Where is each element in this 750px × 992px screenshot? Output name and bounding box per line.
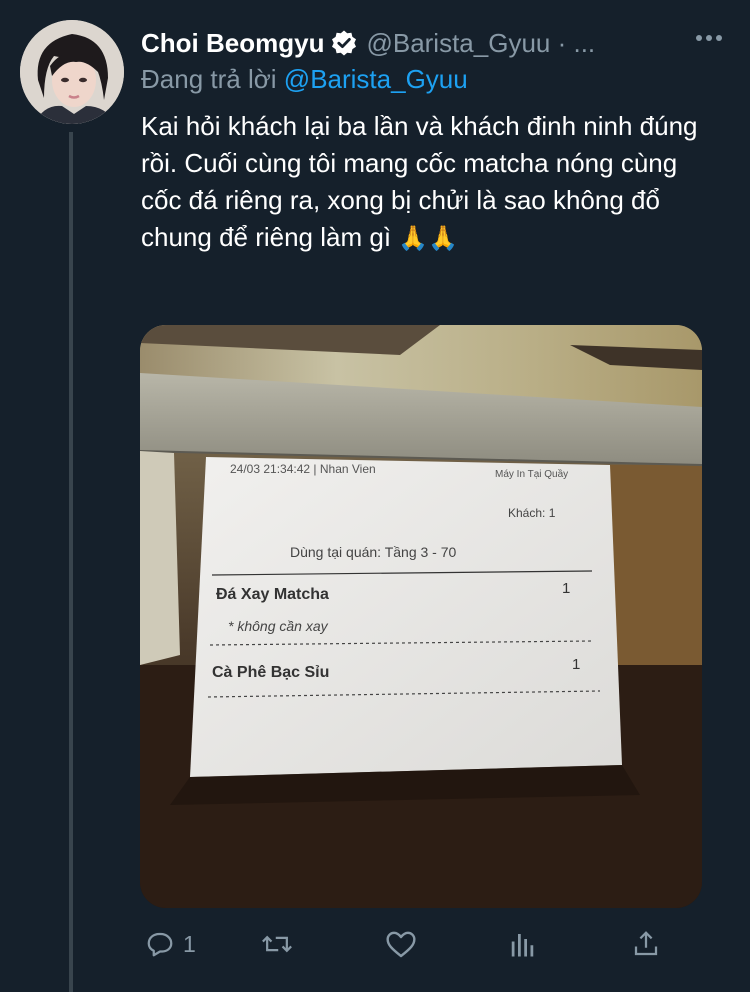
reply-mention-link[interactable]: @Barista_Gyuu bbox=[284, 64, 468, 94]
receipt-item-name: Đá Xay Matcha bbox=[216, 586, 329, 603]
receipt-guests: Khách: 1 bbox=[508, 506, 556, 520]
author-name[interactable]: Choi Beomgyu bbox=[141, 28, 324, 59]
author-handle[interactable]: @Barista_Gyuu · ... bbox=[366, 28, 595, 59]
receipt-item-qty: 1 bbox=[562, 580, 570, 597]
receipt-datetime: 24/03 21:34:42 | Nhan Vien bbox=[230, 462, 376, 476]
like-button[interactable] bbox=[385, 926, 417, 962]
receipt-table: Dùng tại quán: Tầng 3 - 70 bbox=[290, 544, 457, 560]
more-icon[interactable] bbox=[694, 28, 724, 48]
analytics-icon bbox=[509, 929, 537, 959]
share-icon bbox=[631, 929, 661, 959]
receipt-item-qty: 1 bbox=[572, 656, 580, 673]
replying-to-label: Đang trả lời bbox=[141, 64, 277, 94]
reply-button[interactable]: 1 bbox=[145, 926, 196, 962]
tweet-photo[interactable]: 24/03 21:34:42 | Nhan Vien Máy In Tại Qu… bbox=[140, 325, 702, 908]
verified-badge-icon bbox=[330, 29, 358, 57]
tweet-actions: 1 bbox=[141, 926, 681, 962]
avatar[interactable] bbox=[20, 20, 124, 124]
replying-to: Đang trả lời @Barista_Gyuu bbox=[141, 64, 468, 95]
share-button[interactable] bbox=[631, 926, 661, 962]
tweet-text: Kai hỏi khách lại ba lần và khách đinh n… bbox=[141, 108, 716, 257]
receipt-printer: Máy In Tại Quầy bbox=[495, 468, 568, 480]
reply-icon bbox=[145, 929, 175, 959]
pray-emoji: 🙏🙏 bbox=[398, 225, 459, 252]
retweet-button[interactable] bbox=[261, 926, 293, 962]
thread-line bbox=[69, 132, 73, 992]
receipt-item-note: * không cần xay bbox=[228, 618, 329, 634]
tweet: Choi Beomgyu @Barista_Gyuu · ... Đang tr… bbox=[0, 0, 750, 992]
reply-count: 1 bbox=[183, 930, 196, 957]
tweet-header: Choi Beomgyu @Barista_Gyuu · ... bbox=[141, 26, 730, 60]
receipt-item-name: Cà Phê Bạc Sỉu bbox=[212, 664, 329, 681]
analytics-button[interactable] bbox=[509, 926, 537, 962]
like-icon bbox=[385, 929, 417, 959]
retweet-icon bbox=[261, 929, 293, 959]
